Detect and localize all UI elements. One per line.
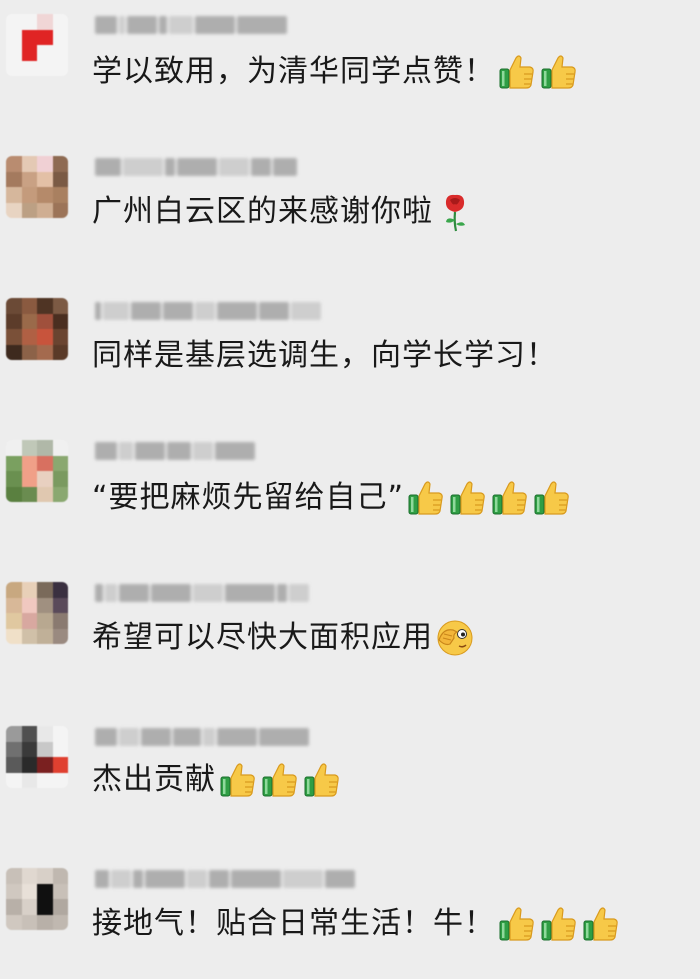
comment-text: “要把麻烦先留给自己” [92,478,572,518]
thumbs-up-icon [302,760,342,800]
rose-icon [435,192,475,232]
thumbs-up-icon [539,904,579,944]
avatar[interactable] [6,156,68,218]
comment-item: “要把麻烦先留给自己” [0,424,700,564]
thumbs-up-icon [490,478,530,518]
thumbs-up-icon [406,478,446,518]
comment-text-content: 希望可以尽快大面积应用 [92,620,433,655]
thumbs-up-icon [260,760,300,800]
avatar[interactable] [6,440,68,502]
comment-text: 学以致用，为清华同学点赞！ [92,52,579,92]
thumbs-up-icon [497,52,537,92]
thumbs-up-icon [497,904,537,944]
comment-item: 杰出贡献 [0,708,700,848]
comment-item: 同样是基层选调生，向学长学习！ [0,282,700,422]
username-blurred[interactable] [95,582,309,604]
username-blurred[interactable] [95,156,297,178]
avatar[interactable] [6,868,68,930]
comment-text: 接地气！贴合日常生活！牛！ [92,904,621,944]
avatar[interactable] [6,14,68,76]
comment-text: 广州白云区的来感谢你啦 [92,192,475,232]
facepalm-icon [435,618,475,658]
comment-text-content: 接地气！贴合日常生活！牛！ [92,906,495,941]
comment-item: 广州白云区的来感谢你啦 [0,140,700,280]
comment-text: 同样是基层选调生，向学长学习！ [92,336,557,376]
thumbs-up-icon [532,478,572,518]
thumbs-up-icon [539,52,579,92]
thumbs-up-icon [581,904,621,944]
avatar[interactable] [6,582,68,644]
comment-text-content: “要把麻烦先留给自己” [92,480,405,515]
username-blurred[interactable] [95,440,255,462]
comment-item: 学以致用，为清华同学点赞！ [0,0,700,140]
thumbs-up-icon [448,478,488,518]
username-blurred[interactable] [95,300,321,322]
comment-text: 杰出贡献 [92,760,342,800]
comment-item: 接地气！贴合日常生活！牛！ [0,850,700,979]
username-blurred[interactable] [95,726,309,748]
comment-item: 希望可以尽快大面积应用 [0,566,700,706]
avatar[interactable] [6,298,68,360]
avatar[interactable] [6,726,68,788]
thumbs-up-icon [218,760,258,800]
comment-text-content: 同样是基层选调生，向学长学习！ [92,338,557,373]
comment-text-content: 广州白云区的来感谢你啦 [92,194,433,229]
comment-text-content: 学以致用，为清华同学点赞！ [92,54,495,89]
username-blurred[interactable] [95,868,355,890]
comment-text-content: 杰出贡献 [92,762,216,797]
comment-text: 希望可以尽快大面积应用 [92,618,475,658]
username-blurred[interactable] [95,14,287,36]
